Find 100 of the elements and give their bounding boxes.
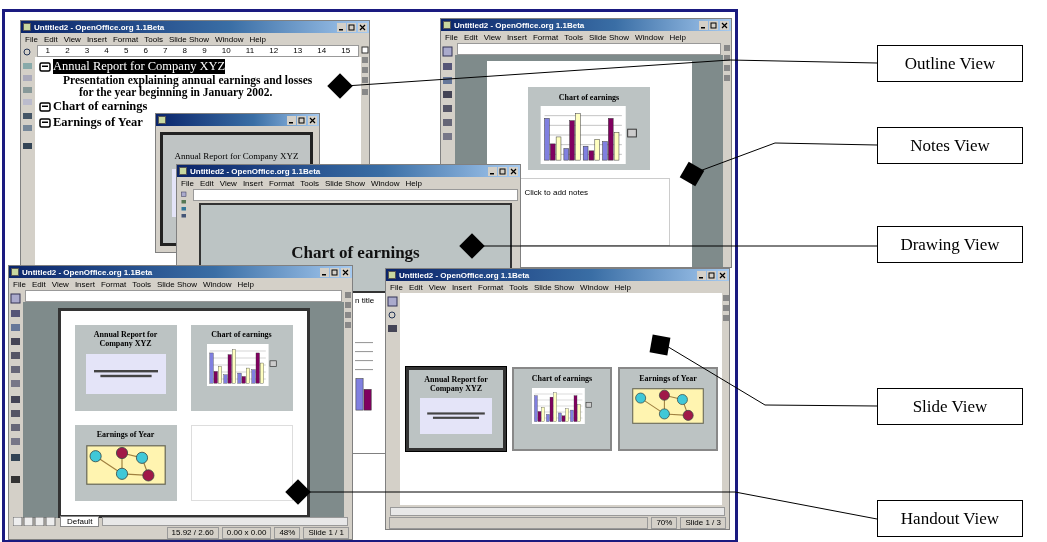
slide-title: Chart of earnings bbox=[558, 93, 620, 102]
window-controls-icon[interactable] bbox=[337, 22, 367, 32]
menu-item[interactable]: File bbox=[13, 279, 26, 289]
slide-title: Chart of earnings bbox=[211, 330, 272, 339]
menu-item[interactable]: Insert bbox=[86, 34, 107, 44]
menu-item[interactable]: Format bbox=[532, 32, 559, 42]
menu-item[interactable]: Tools bbox=[509, 282, 528, 292]
ruler-number: 15 bbox=[341, 46, 351, 56]
ruler-number: 1 bbox=[45, 46, 50, 56]
menu-item[interactable]: File bbox=[25, 34, 38, 44]
outline-title[interactable]: Earnings of Year bbox=[53, 115, 143, 130]
menu-item[interactable]: Help bbox=[237, 279, 254, 289]
slide-title: Chart of earnings bbox=[291, 243, 420, 263]
chart-title: n title bbox=[355, 296, 375, 305]
network-diagram-drawing bbox=[632, 388, 704, 424]
menu-item[interactable]: Help bbox=[669, 32, 686, 42]
menu-item[interactable]: Window bbox=[202, 279, 232, 289]
menu-item[interactable]: Slide Show bbox=[588, 32, 629, 42]
slide-thumbnail[interactable]: Chart of earnings bbox=[512, 367, 612, 451]
menu-item[interactable]: Slide Show bbox=[533, 282, 574, 292]
callout-label: Notes View bbox=[877, 127, 1023, 164]
menu-item[interactable]: Tools bbox=[564, 32, 583, 42]
page-navigation-icon[interactable] bbox=[13, 516, 57, 526]
menu-item[interactable]: File bbox=[445, 32, 458, 42]
menu-item[interactable]: Help bbox=[405, 178, 422, 188]
menu-item[interactable]: View bbox=[219, 178, 237, 188]
menu-item[interactable]: View bbox=[63, 34, 81, 44]
slide-thumbnail[interactable]: Earnings of Year bbox=[74, 424, 177, 501]
ruler-number: 4 bbox=[104, 46, 109, 56]
slide-thumbnail[interactable]: Annual Report for Company XYZ bbox=[406, 367, 506, 451]
window-title: Untitled2 - OpenOffice.org 1.1Beta bbox=[22, 267, 153, 277]
window-title: Untitled2 - OpenOffice.org 1.1Beta bbox=[190, 166, 321, 176]
callout-label: Drawing View bbox=[877, 226, 1023, 263]
slide-thumbnail[interactable]: Chart of earnings bbox=[190, 325, 293, 411]
layer-tab[interactable]: Default bbox=[60, 515, 100, 527]
app-icon bbox=[388, 271, 396, 279]
ruler-number: 2 bbox=[65, 46, 70, 56]
ruler-number: 10 bbox=[221, 46, 231, 56]
horizontal-scrollbar[interactable] bbox=[102, 516, 348, 526]
menu-item[interactable]: Insert bbox=[74, 279, 95, 289]
menu-item[interactable]: Help bbox=[614, 282, 631, 292]
menu-item[interactable]: Window bbox=[214, 34, 244, 44]
app-icon bbox=[443, 21, 451, 29]
slide-thumbnail[interactable]: Annual Report for Company XYZ bbox=[74, 325, 177, 411]
slide-thumbnail[interactable] bbox=[190, 424, 293, 501]
pointer-marker bbox=[649, 334, 671, 356]
menu-item[interactable]: File bbox=[181, 178, 194, 188]
menu-item[interactable]: Help bbox=[249, 34, 266, 44]
menu-item[interactable]: Insert bbox=[242, 178, 263, 188]
window-controls-icon[interactable] bbox=[320, 267, 350, 277]
menu-item[interactable]: Insert bbox=[506, 32, 527, 42]
menu-item[interactable]: Format bbox=[112, 34, 139, 44]
outline-title[interactable]: Annual Report for Company XYZ bbox=[53, 59, 226, 74]
app-icon bbox=[179, 167, 187, 175]
menu-item[interactable]: Edit bbox=[199, 178, 214, 188]
menu-item[interactable]: Window bbox=[634, 32, 664, 42]
menu-item[interactable]: View bbox=[428, 282, 446, 292]
menu-item[interactable]: View bbox=[483, 32, 501, 42]
slide-thumbnail[interactable]: Earnings of Year bbox=[618, 367, 718, 451]
menu-item[interactable]: Tools bbox=[144, 34, 163, 44]
window-controls-icon[interactable] bbox=[697, 270, 727, 280]
window-controls-icon[interactable] bbox=[699, 20, 729, 30]
callout-label: Outline View bbox=[877, 45, 1023, 82]
slide-title: Chart of earnings bbox=[531, 374, 593, 383]
menu-item[interactable]: Window bbox=[370, 178, 400, 188]
text-block-drawing bbox=[420, 398, 492, 434]
menu-item[interactable]: Edit bbox=[463, 32, 478, 42]
menu-item[interactable]: File bbox=[390, 282, 403, 292]
outline-text: for the year beginning in January 2002. bbox=[78, 86, 274, 98]
menu-item[interactable]: Window bbox=[579, 282, 609, 292]
slide-title: Annual Report for Company XYZ bbox=[174, 151, 299, 161]
window-controls-icon[interactable] bbox=[287, 115, 317, 125]
horizontal-scrollbar[interactable] bbox=[390, 506, 725, 516]
ruler-number: 7 bbox=[163, 46, 168, 56]
callout-label: Handout View bbox=[877, 500, 1023, 537]
slide-title: Earnings of Year bbox=[96, 429, 155, 439]
ruler-number: 14 bbox=[317, 46, 327, 56]
menu-item[interactable]: Insert bbox=[451, 282, 472, 292]
ruler-number: 6 bbox=[143, 46, 148, 56]
menu-item[interactable]: Format bbox=[477, 282, 504, 292]
outline-title[interactable]: Chart of earnings bbox=[53, 99, 148, 114]
menu-item[interactable]: View bbox=[51, 279, 69, 289]
menu-item[interactable]: Slide Show bbox=[324, 178, 365, 188]
menu-item[interactable]: Edit bbox=[31, 279, 46, 289]
menu-item[interactable]: Format bbox=[100, 279, 127, 289]
window-controls-icon[interactable] bbox=[488, 166, 518, 176]
menu-item[interactable]: Tools bbox=[300, 178, 319, 188]
menu-item[interactable]: Tools bbox=[132, 279, 151, 289]
outline-text: Presentation explaining annual earnings and losses bbox=[62, 74, 314, 86]
menu-item[interactable]: Slide Show bbox=[168, 34, 209, 44]
ruler-number: 3 bbox=[84, 46, 90, 56]
menu-item[interactable]: Edit bbox=[408, 282, 423, 292]
callout-label: Slide View bbox=[877, 388, 1023, 425]
ruler-number: 5 bbox=[123, 46, 129, 56]
menu-item[interactable]: Format bbox=[268, 178, 295, 188]
window-title: Untitled2 - OpenOffice.org 1.1Beta bbox=[34, 22, 165, 32]
status-field: 0.00 x 0.00 bbox=[221, 527, 272, 539]
menu-item[interactable]: Edit bbox=[43, 34, 58, 44]
slide-icon bbox=[39, 61, 51, 72]
menu-item[interactable]: Slide Show bbox=[156, 279, 197, 289]
